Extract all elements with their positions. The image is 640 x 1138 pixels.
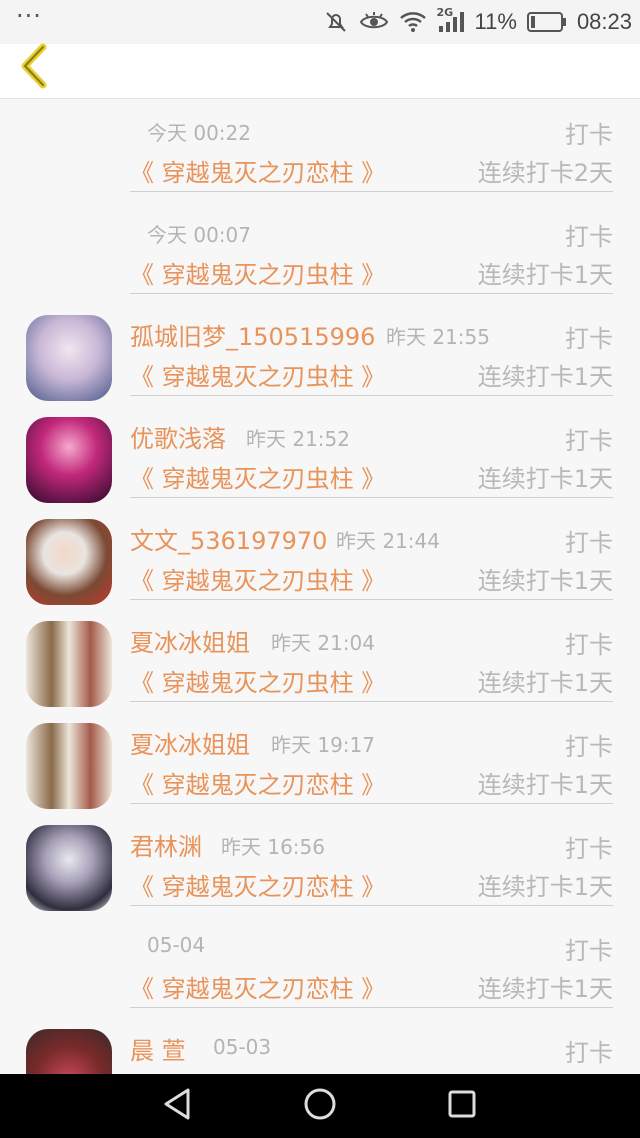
list-item[interactable]: 夏冰冰姐姐 昨天 19:17 打卡 《 穿越鬼灭之刃恋柱 》 连续打卡1天 [0, 711, 640, 813]
home-circle-icon [303, 1087, 337, 1125]
streak-label: 连续打卡1天 [477, 771, 613, 799]
eye-icon [359, 9, 389, 35]
battery-percent: 11% [474, 9, 517, 34]
user-name[interactable]: 文文_536197970 [130, 521, 327, 556]
signal-icon: 2G [437, 6, 465, 34]
user-name[interactable]: 孤城旧梦_150515996 [130, 317, 375, 352]
avatar[interactable] [26, 417, 112, 503]
item-content: 夏冰冰姐姐 昨天 21:04 打卡 《 穿越鬼灭之刃虫柱 》 连续打卡1天 [130, 609, 613, 702]
checkin-tag: 打卡 [565, 937, 613, 965]
user-name[interactable]: 晨 萱 [130, 1031, 186, 1066]
list-item[interactable]: 晨 萱 05-03 打卡 [0, 1017, 640, 1074]
mute-icon [323, 9, 349, 35]
checkin-tag: 打卡 [565, 733, 613, 761]
book-title[interactable]: 《 穿越鬼灭之刃恋柱 》 [130, 867, 385, 902]
item-content: 05-04 打卡 《 穿越鬼灭之刃恋柱 》 连续打卡1天 [130, 915, 613, 1008]
notification-dots: ··· [16, 2, 42, 30]
checkin-tag: 打卡 [565, 1039, 613, 1067]
streak-label: 连续打卡1天 [477, 465, 613, 493]
streak-label: 连续打卡1天 [477, 261, 613, 289]
avatar[interactable] [26, 315, 112, 401]
checkin-tag: 打卡 [565, 529, 613, 557]
user-name[interactable]: 优歌浅落 [130, 419, 226, 454]
user-name[interactable]: 夏冰冰姐姐 [130, 623, 250, 658]
system-nav-bar [0, 1074, 640, 1138]
item-content: 孤城旧梦_150515996 昨天 21:55 打卡 《 穿越鬼灭之刃虫柱 》 … [130, 303, 613, 396]
list-item[interactable]: 优歌浅落 昨天 21:52 打卡 《 穿越鬼灭之刃虫柱 》 连续打卡1天 [0, 405, 640, 507]
avatar[interactable] [26, 1029, 112, 1074]
avatar[interactable] [26, 723, 112, 809]
streak-label: 连续打卡1天 [477, 975, 613, 1003]
nav-back-button[interactable] [155, 1084, 199, 1128]
streak-label: 连续打卡1天 [477, 567, 613, 595]
wifi-icon [399, 10, 427, 34]
user-name[interactable]: 君林渊 [130, 827, 202, 862]
avatar[interactable] [26, 621, 112, 707]
book-title[interactable]: 《 穿越鬼灭之刃虫柱 》 [130, 561, 385, 596]
item-content: 今天 00:22 打卡 《 穿越鬼灭之刃恋柱 》 连续打卡2天 [130, 99, 613, 192]
clock: 08:23 [576, 9, 632, 34]
checkin-time: 昨天 21:55 [386, 325, 490, 349]
list-item[interactable]: 夏冰冰姐姐 昨天 21:04 打卡 《 穿越鬼灭之刃虫柱 》 连续打卡1天 [0, 609, 640, 711]
book-title[interactable]: 《 穿越鬼灭之刃恋柱 》 [130, 969, 385, 1004]
book-title[interactable]: 《 穿越鬼灭之刃虫柱 》 [130, 459, 385, 494]
item-content: 文文_536197970 昨天 21:44 打卡 《 穿越鬼灭之刃虫柱 》 连续… [130, 507, 613, 600]
checkin-tag: 打卡 [565, 631, 613, 659]
back-triangle-icon [162, 1087, 192, 1125]
list-item[interactable]: 君林渊 昨天 16:56 打卡 《 穿越鬼灭之刃恋柱 》 连续打卡1天 [0, 813, 640, 915]
streak-label: 连续打卡1天 [477, 873, 613, 901]
header [0, 43, 640, 99]
checkin-tag: 打卡 [565, 325, 613, 353]
streak-label: 连续打卡1天 [477, 669, 613, 697]
checkin-list: 今天 00:22 打卡 《 穿越鬼灭之刃恋柱 》 连续打卡2天 今天 00:07… [0, 99, 640, 1074]
checkin-time: 今天 00:07 [147, 223, 251, 247]
checkin-time: 昨天 16:56 [221, 835, 325, 859]
checkin-time: 昨天 21:52 [246, 427, 350, 451]
item-content: 优歌浅落 昨天 21:52 打卡 《 穿越鬼灭之刃虫柱 》 连续打卡1天 [130, 405, 613, 498]
nav-recents-button[interactable] [440, 1084, 484, 1128]
checkin-time: 昨天 21:44 [336, 529, 440, 553]
book-title[interactable]: 《 穿越鬼灭之刃虫柱 》 [130, 663, 385, 698]
status-bar: ··· 2G 11% 08:23 [0, 0, 640, 44]
network-type: 2G [436, 6, 454, 19]
checkin-tag: 打卡 [565, 223, 613, 251]
list-item[interactable]: 今天 00:22 打卡 《 穿越鬼灭之刃恋柱 》 连续打卡2天 [0, 99, 640, 201]
item-content: 今天 00:07 打卡 《 穿越鬼灭之刃虫柱 》 连续打卡1天 [130, 201, 613, 294]
book-title[interactable]: 《 穿越鬼灭之刃虫柱 》 [130, 357, 385, 392]
checkin-tag: 打卡 [565, 835, 613, 863]
checkin-time: 05-03 [213, 1035, 272, 1059]
avatar[interactable] [26, 519, 112, 605]
status-icons: 2G 11% 08:23 [323, 0, 632, 44]
battery-icon [526, 11, 567, 33]
user-name[interactable]: 夏冰冰姐姐 [130, 725, 250, 760]
book-title[interactable]: 《 穿越鬼灭之刃恋柱 》 [130, 765, 385, 800]
list-item[interactable]: 05-04 打卡 《 穿越鬼灭之刃恋柱 》 连续打卡1天 [0, 915, 640, 1017]
streak-label: 连续打卡1天 [477, 363, 613, 391]
list-item[interactable]: 孤城旧梦_150515996 昨天 21:55 打卡 《 穿越鬼灭之刃虫柱 》 … [0, 303, 640, 405]
nav-home-button[interactable] [298, 1084, 342, 1128]
checkin-tag: 打卡 [565, 427, 613, 455]
avatar[interactable] [26, 825, 112, 911]
recents-square-icon [446, 1088, 478, 1124]
checkin-time: 05-04 [147, 933, 206, 957]
book-title[interactable]: 《 穿越鬼灭之刃虫柱 》 [130, 255, 385, 290]
checkin-time: 昨天 21:04 [271, 631, 375, 655]
back-button[interactable] [10, 43, 58, 93]
book-title[interactable]: 《 穿越鬼灭之刃恋柱 》 [130, 153, 385, 188]
checkin-tag: 打卡 [565, 121, 613, 149]
list-item[interactable]: 今天 00:07 打卡 《 穿越鬼灭之刃虫柱 》 连续打卡1天 [0, 201, 640, 303]
streak-label: 连续打卡2天 [477, 159, 613, 187]
item-content: 夏冰冰姐姐 昨天 19:17 打卡 《 穿越鬼灭之刃恋柱 》 连续打卡1天 [130, 711, 613, 804]
checkin-time: 今天 00:22 [147, 121, 251, 145]
chevron-left-icon [17, 43, 51, 93]
item-content: 晨 萱 05-03 打卡 [130, 1017, 613, 1074]
checkin-time: 昨天 19:17 [271, 733, 375, 757]
list-item[interactable]: 文文_536197970 昨天 21:44 打卡 《 穿越鬼灭之刃虫柱 》 连续… [0, 507, 640, 609]
item-content: 君林渊 昨天 16:56 打卡 《 穿越鬼灭之刃恋柱 》 连续打卡1天 [130, 813, 613, 906]
